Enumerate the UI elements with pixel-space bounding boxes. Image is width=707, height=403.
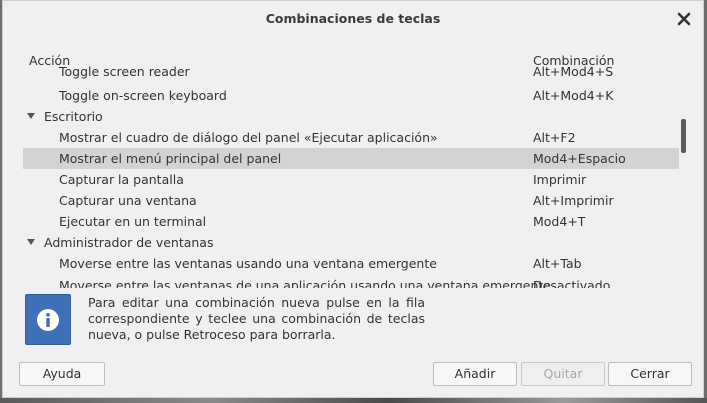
add-button[interactable]: Añadir [433, 362, 517, 386]
info-icon [37, 309, 59, 331]
list-item[interactable]: Capturar una ventana Alt+Imprimir [23, 190, 679, 211]
action-label: Ejecutar en un terminal [59, 214, 207, 229]
combination-label: Alt+Mod4+K [533, 88, 614, 103]
expander-triangle-icon[interactable] [27, 239, 35, 245]
close-button[interactable]: Cerrar [608, 362, 692, 386]
list-item[interactable]: Toggle on-screen keyboard Alt+Mod4+K [23, 85, 679, 106]
remove-button[interactable]: Quitar [521, 362, 605, 386]
help-button[interactable]: Ayuda [19, 362, 105, 386]
action-label: Moverse entre las ventanas usando una ve… [59, 256, 437, 271]
action-label: Capturar la pantalla [59, 172, 184, 187]
list-item[interactable]: Mostrar el cuadro de diálogo del panel «… [23, 127, 679, 148]
list-item-selected[interactable]: Mostrar el menú principal del panel Mod4… [23, 148, 679, 169]
combination-label: Alt+Mod4+S [533, 66, 614, 79]
keyboard-shortcuts-dialog: Combinaciones de teclas Acción Combinaci… [2, 0, 704, 398]
action-label: Toggle screen reader [59, 66, 190, 79]
combination-label: Mod4+T [533, 214, 586, 229]
combination-label: Imprimir [533, 172, 587, 187]
group-label: Administrador de ventanas [44, 235, 214, 250]
shortcuts-list[interactable]: Toggle screen reader Alt+Mod4+S Toggle o… [23, 66, 679, 288]
combination-label: Alt+Tab [533, 256, 582, 271]
combination-label: Desactivado [533, 278, 611, 288]
list-item[interactable]: Capturar la pantalla Imprimir [23, 169, 679, 190]
action-label: Mostrar el menú principal del panel [59, 151, 282, 166]
list-item[interactable]: Toggle screen reader Alt+Mod4+S [23, 66, 679, 81]
action-label: Moverse entre las ventanas de una aplica… [59, 278, 551, 288]
desktop-background-strip [0, 398, 707, 403]
group-label: Escritorio [44, 109, 103, 124]
dialog-title: Combinaciones de teclas [265, 11, 441, 26]
action-label: Mostrar el cuadro de diálogo del panel «… [59, 130, 438, 145]
info-message: Para editar una combinación nueva pulse … [88, 295, 425, 342]
combination-label: Mod4+Espacio [533, 151, 626, 166]
title-bar: Combinaciones de teclas [3, 1, 703, 37]
combination-label: Alt+F2 [533, 130, 576, 145]
group-row-administrador-de-ventanas[interactable]: Administrador de ventanas [23, 232, 679, 253]
list-item[interactable]: Ejecutar en un terminal Mod4+T [23, 211, 679, 232]
expander-triangle-icon[interactable] [27, 113, 35, 119]
info-badge [25, 294, 71, 345]
list-item[interactable]: Moverse entre las ventanas de una aplica… [23, 275, 679, 288]
action-label: Toggle on-screen keyboard [59, 88, 227, 103]
group-row-escritorio[interactable]: Escritorio [23, 106, 679, 127]
combination-label: Alt+Imprimir [533, 193, 614, 208]
action-label: Capturar una ventana [59, 193, 197, 208]
close-icon[interactable] [675, 10, 693, 28]
list-item[interactable]: Moverse entre las ventanas usando una ve… [23, 253, 679, 274]
list-scrollbar[interactable] [681, 119, 686, 153]
